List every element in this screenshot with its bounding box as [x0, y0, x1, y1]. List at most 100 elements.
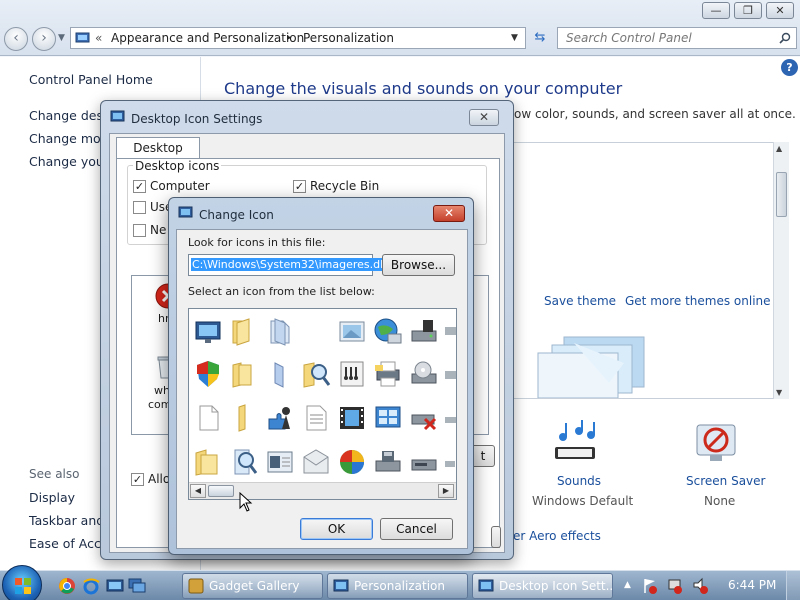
blank-document-icon[interactable] — [193, 403, 223, 433]
switch-windows-icon[interactable] — [128, 577, 146, 595]
minimize-button[interactable]: — — [702, 2, 730, 19]
save-theme-link[interactable]: Save theme — [544, 294, 616, 308]
device-icon-partial[interactable] — [441, 403, 457, 433]
scroll-left-icon[interactable]: ◀ — [190, 484, 206, 498]
user-files-checkbox[interactable] — [133, 201, 146, 214]
sounds-icon[interactable] — [549, 419, 601, 469]
hard-drive-icon[interactable] — [409, 317, 439, 347]
theme-preview-thumbnail[interactable] — [514, 323, 654, 398]
security-shield-icon[interactable] — [193, 359, 223, 389]
icon-list[interactable]: ◀ ▶ — [188, 308, 457, 500]
refresh-icon[interactable]: ⇆ — [529, 28, 551, 50]
allow-themes-checkbox[interactable]: ✓ — [131, 473, 144, 486]
taskbar-personalization[interactable]: Personalization — [327, 573, 468, 599]
folder-icon[interactable] — [193, 447, 223, 477]
address-chevron[interactable]: « — [95, 31, 102, 45]
search-document-icon[interactable] — [229, 447, 259, 477]
scrollbar-thumb[interactable] — [776, 172, 787, 217]
window-document-icon[interactable] — [265, 447, 295, 477]
folder-icon[interactable] — [229, 359, 259, 389]
recent-pages-icon[interactable]: ▼ — [58, 33, 65, 43]
network-icon[interactable] — [667, 577, 683, 595]
computer-checkbox[interactable]: ✓ — [133, 180, 146, 193]
printer-icon[interactable] — [373, 359, 403, 389]
windows-orb-icon[interactable] — [337, 447, 367, 477]
close-icon[interactable]: ✕ — [433, 205, 465, 222]
get-more-themes-link[interactable]: Get more themes online — [625, 294, 771, 308]
device-icon-partial[interactable] — [441, 317, 457, 347]
cancel-button[interactable]: Cancel — [380, 518, 453, 540]
screen-saver-icon[interactable] — [691, 419, 741, 469]
aero-effects-link[interactable]: er Aero effects — [513, 529, 601, 543]
blue-document-icon[interactable] — [265, 359, 295, 389]
address-bar[interactable]: « Appearance and Personalization ▸ Perso… — [70, 27, 526, 49]
puzzle-chess-icon[interactable] — [265, 403, 295, 433]
disconnected-drive-icon[interactable] — [409, 403, 439, 433]
folder-icon[interactable] — [229, 317, 259, 347]
desktop-monitor-icon[interactable] — [193, 317, 223, 347]
text-document-icon[interactable] — [301, 403, 331, 433]
theme-list-scrollbar[interactable]: ▲ ▼ — [773, 142, 789, 399]
clock[interactable]: 6:44 PM — [728, 578, 776, 592]
search-placeholder: Search Control Panel — [566, 31, 692, 45]
maximize-button[interactable]: ❐ — [734, 2, 762, 19]
taskbar-gadget-gallery[interactable]: Gadget Gallery — [182, 573, 323, 599]
control-panel-home-link[interactable]: Control Panel Home — [29, 72, 153, 87]
close-button[interactable]: ✕ — [766, 2, 794, 19]
show-desktop-button[interactable] — [786, 571, 800, 600]
show-hidden-icons[interactable]: ▲ — [624, 580, 631, 590]
search-icon[interactable] — [779, 32, 791, 44]
display-link[interactable]: Display — [29, 490, 75, 505]
internet-explorer-icon[interactable] — [82, 577, 100, 595]
breadcrumb-appearance[interactable]: Appearance and Personalization — [111, 31, 304, 45]
sounds-value: Windows Default — [532, 494, 634, 508]
taskbar-desktop-icon-settings[interactable]: Desktop Icon Sett... — [472, 573, 613, 599]
change-account-picture-link[interactable]: Change your — [29, 154, 109, 169]
search-input[interactable]: Search Control Panel — [557, 27, 797, 49]
start-button[interactable] — [2, 565, 42, 600]
help-icon[interactable]: ? — [781, 59, 798, 76]
back-button[interactable]: ‹ — [4, 27, 28, 51]
restore-default-button[interactable]: t — [471, 445, 495, 467]
ok-button[interactable]: OK — [300, 518, 373, 540]
tab-desktop-icons[interactable]: Desktop Icons — [116, 137, 200, 175]
scroll-right-icon[interactable]: ▶ — [438, 484, 454, 498]
control-panel-icon — [75, 32, 90, 43]
sounds-link[interactable]: Sounds — [557, 474, 601, 488]
chrome-icon[interactable] — [58, 577, 76, 595]
breadcrumb-personalization[interactable]: Personalization — [303, 31, 394, 45]
screen-saver-link[interactable]: Screen Saver — [686, 474, 765, 488]
theme-list[interactable]: Save theme Get more themes online — [513, 142, 789, 399]
icon-file-path-input[interactable]: C:\Windows\System32\imageres.dll — [188, 254, 388, 276]
dialog-close-button[interactable]: ✕ — [469, 109, 499, 126]
recycle-bin-checkbox[interactable]: ✓ — [293, 180, 306, 193]
search-folder-icon[interactable] — [301, 359, 331, 389]
picture-frame-icon[interactable] — [337, 317, 367, 347]
desktop-icon-settings-icon — [110, 110, 125, 122]
network-checkbox[interactable] — [133, 224, 146, 237]
forward-button[interactable]: › — [32, 27, 56, 51]
show-desktop-icon[interactable] — [106, 577, 124, 595]
apply-button[interactable] — [491, 526, 501, 548]
music-document-icon[interactable] — [337, 359, 367, 389]
envelope-icon[interactable] — [301, 447, 331, 477]
device-icon-partial[interactable] — [441, 359, 457, 389]
breadcrumb-separator[interactable]: ▸ — [287, 33, 292, 43]
group-label: Desktop icons — [133, 159, 222, 173]
dialog-title: Change Icon — [199, 208, 274, 222]
film-strip-icon[interactable] — [337, 403, 367, 433]
removable-drive-icon[interactable] — [409, 447, 439, 477]
address-dropdown-icon[interactable]: ▼ — [511, 33, 518, 43]
action-center-flag-icon[interactable] — [642, 577, 658, 595]
control-panel-tiles-icon[interactable] — [373, 403, 403, 433]
scrollbar-thumb[interactable] — [208, 485, 234, 497]
floppy-drive-icon[interactable] — [373, 447, 403, 477]
volume-icon[interactable] — [692, 577, 708, 595]
device-icon-partial[interactable] — [441, 447, 457, 477]
document-pages-icon[interactable] — [265, 317, 295, 347]
folder-open-icon[interactable] — [229, 403, 259, 433]
browse-button[interactable]: Browse... — [382, 254, 455, 276]
optical-drive-icon[interactable] — [409, 359, 439, 389]
network-globe-icon[interactable] — [373, 317, 403, 347]
icon-list-scrollbar[interactable]: ◀ ▶ — [189, 482, 456, 499]
